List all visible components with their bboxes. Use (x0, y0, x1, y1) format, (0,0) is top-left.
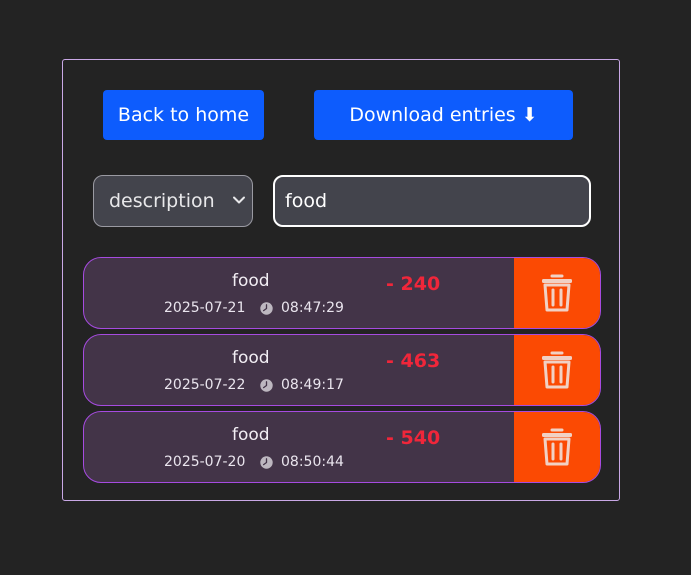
entry-amount: - 463 (386, 350, 441, 372)
entry-time: 08:49:17 (281, 377, 344, 393)
trash-icon (542, 274, 572, 312)
entries-panel: Back to home Download entries ⬇ descript… (62, 59, 620, 501)
delete-entry-button[interactable] (514, 335, 600, 405)
entry-date: 2025-07-22 (164, 377, 246, 393)
filter-field-select[interactable]: description (93, 175, 253, 227)
entry-description: food (232, 271, 270, 291)
entry-description: food (232, 348, 270, 368)
delete-entry-button[interactable] (514, 258, 600, 328)
trash-icon (542, 351, 572, 389)
download-entries-button[interactable]: Download entries ⬇ (314, 90, 573, 140)
entry-time: 08:50:44 (281, 454, 344, 470)
list-item: food 2025-07-21 08:47:29 - 240 (83, 257, 601, 329)
entry-amount: - 240 (386, 273, 441, 295)
clock-icon (260, 379, 273, 392)
entry-description: food (232, 425, 270, 445)
delete-entry-button[interactable] (514, 412, 600, 482)
entries-list: food 2025-07-21 08:47:29 - 240 food 2025… (83, 257, 601, 488)
trash-icon (542, 428, 572, 466)
search-input[interactable] (273, 175, 591, 227)
entry-date: 2025-07-21 (164, 300, 246, 316)
entry-amount: - 540 (386, 427, 441, 449)
filter-field-value: description (109, 190, 215, 212)
list-item: food 2025-07-22 08:49:17 - 463 (83, 334, 601, 406)
list-item: food 2025-07-20 08:50:44 - 540 (83, 411, 601, 483)
back-to-home-button[interactable]: Back to home (103, 90, 264, 140)
entry-date: 2025-07-20 (164, 454, 246, 470)
clock-icon (260, 302, 273, 315)
clock-icon (260, 456, 273, 469)
entry-time: 08:47:29 (281, 300, 344, 316)
chevron-down-icon (233, 196, 245, 204)
